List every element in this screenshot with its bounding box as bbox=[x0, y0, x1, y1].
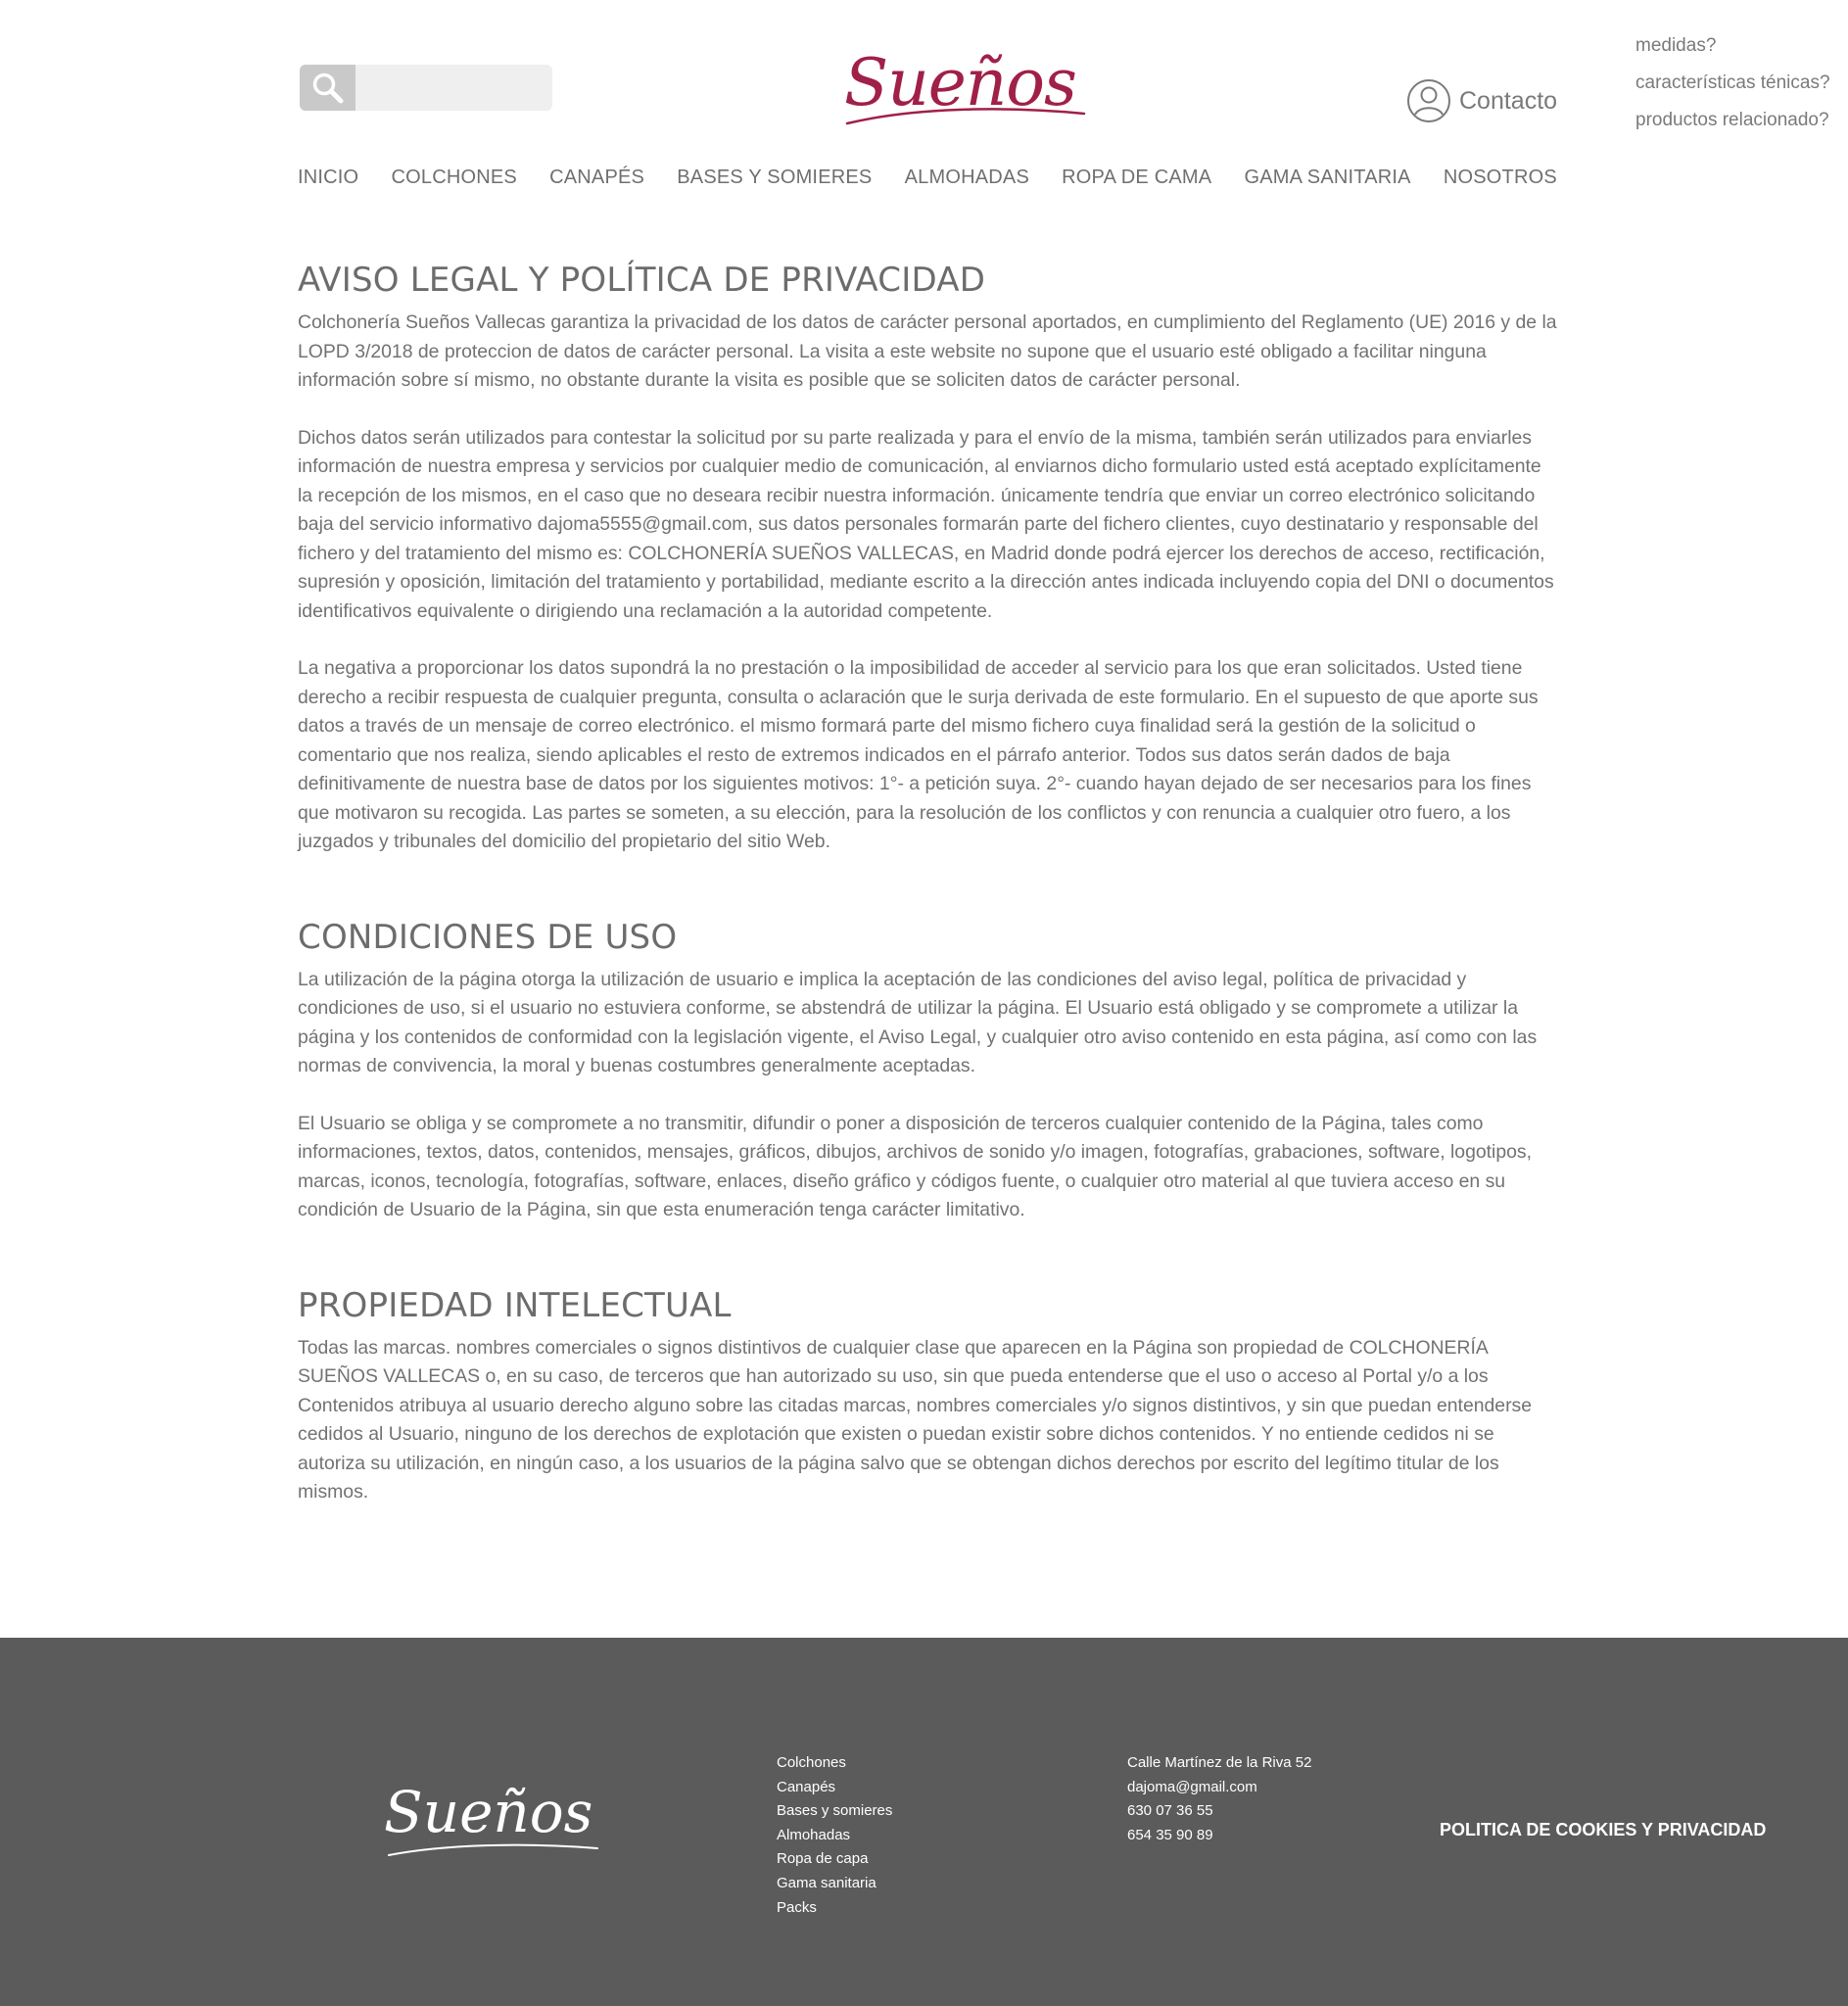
footer-phone-2[interactable]: 654 35 90 89 bbox=[1127, 1824, 1311, 1848]
footer-address: Calle Martínez de la Riva 52 bbox=[1127, 1754, 1312, 1771]
aviso-legal-paragraph-3: La negativa a proporcionar los datos sup… bbox=[298, 657, 1539, 852]
search-icon bbox=[312, 72, 343, 103]
user-icon bbox=[1407, 79, 1450, 122]
section-title-propiedad-intelectual: PROPIEDAD INTELECTUAL bbox=[298, 1285, 732, 1325]
logo-swoosh bbox=[845, 108, 1086, 125]
side-links: medidas? características ténicas? produc… bbox=[1635, 27, 1841, 139]
nav-item-inicio[interactable]: INICIO bbox=[298, 167, 358, 196]
side-link-productos[interactable]: productos relacionado? bbox=[1635, 102, 1841, 139]
nav-item-almohadas[interactable]: ALMOHADAS bbox=[905, 167, 1029, 196]
search-input[interactable] bbox=[360, 65, 550, 113]
footer-contact: Calle Martínez de la Riva 52 dajoma@gmai… bbox=[1127, 1751, 1311, 1847]
footer-phone-1[interactable]: 630 07 36 55 bbox=[1127, 1799, 1311, 1824]
nav-item-colchones[interactable]: COLCHONES bbox=[391, 167, 517, 196]
section-title-aviso-legal: AVISO LEGAL Y POLÍTICA DE PRIVACIDAD bbox=[298, 261, 986, 300]
aviso-legal-paragraph-2: Dichos datos serán utilizados para conte… bbox=[298, 426, 1554, 622]
side-link-medidas[interactable]: medidas? bbox=[1635, 27, 1841, 65]
main-content: AVISO LEGAL Y POLÍTICA DE PRIVACIDAD Col… bbox=[298, 257, 1559, 1507]
aviso-legal-paragraph-1: Colchonería Sueños Vallecas garantiza la… bbox=[298, 311, 1557, 391]
cookie-privacy-policy-link[interactable]: POLITICA DE COOKIES Y PRIVACIDAD bbox=[1440, 1820, 1766, 1840]
footer-link-almohadas[interactable]: Almohadas bbox=[777, 1824, 892, 1848]
footer-links: Colchones Canapés Bases y somieres Almoh… bbox=[777, 1751, 892, 1920]
footer-link-packs[interactable]: Packs bbox=[777, 1896, 892, 1921]
nav-item-ropa-de-cama[interactable]: ROPA DE CAMA bbox=[1062, 167, 1211, 196]
footer-link-gama-sanitaria[interactable]: Gama sanitaria bbox=[777, 1872, 892, 1896]
propiedad-paragraph-1: Todas las marcas. nombres comerciales o … bbox=[298, 1336, 1533, 1504]
side-link-caracteristicas[interactable]: características ténicas? bbox=[1635, 65, 1841, 102]
nav-item-bases-somieres[interactable]: BASES Y SOMIERES bbox=[677, 167, 872, 196]
footer: Sueños Colchones Canapés Bases y somiere… bbox=[0, 1638, 1848, 2006]
nav-item-canapes[interactable]: CANAPÉS bbox=[549, 167, 644, 196]
contact-label: Contacto bbox=[1459, 86, 1558, 115]
nav-item-nosotros[interactable]: NOSOTROS bbox=[1444, 167, 1557, 196]
section-title-condiciones-uso: CONDICIONES DE USO bbox=[298, 917, 678, 957]
footer-logo-swoosh bbox=[388, 1843, 598, 1856]
condiciones-paragraph-1: La utilización de la página otorga la ut… bbox=[298, 968, 1538, 1077]
main-nav: INICIO COLCHONES CANAPÉS BASES Y SOMIERE… bbox=[298, 167, 1557, 196]
brand-logo[interactable]: Sueños bbox=[844, 39, 1089, 127]
footer-logo[interactable]: Sueños bbox=[384, 1779, 592, 1845]
search-bar bbox=[300, 65, 552, 113]
footer-link-canapes[interactable]: Canapés bbox=[777, 1776, 892, 1800]
nav-item-gama-sanitaria[interactable]: GAMA SANITARIA bbox=[1244, 167, 1410, 196]
condiciones-paragraph-2: El Usuario se obliga y se compromete a n… bbox=[298, 1112, 1533, 1221]
footer-email[interactable]: dajoma@gmail.com bbox=[1127, 1776, 1311, 1800]
contact-link[interactable]: Contacto bbox=[1406, 78, 1557, 123]
footer-link-ropa[interactable]: Ropa de capa bbox=[777, 1847, 892, 1872]
footer-link-colchones[interactable]: Colchones bbox=[777, 1751, 892, 1776]
search-button[interactable] bbox=[300, 65, 355, 111]
footer-link-bases-somieres[interactable]: Bases y somieres bbox=[777, 1799, 892, 1824]
